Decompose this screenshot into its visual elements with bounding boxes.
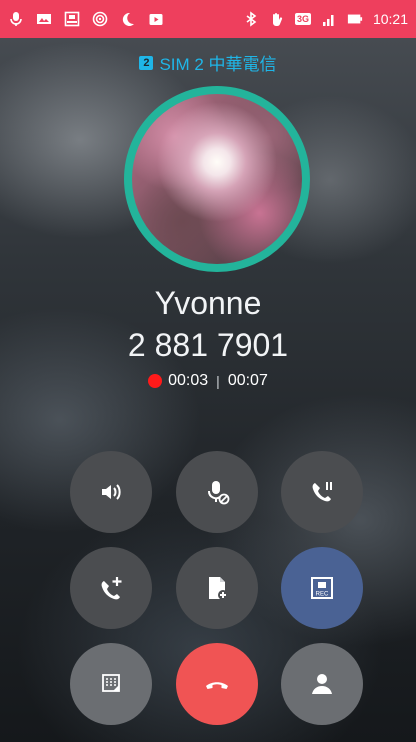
image-icon [36,11,52,27]
recording-time: 00:03 [168,372,209,389]
add-call-button[interactable] [70,547,152,629]
play-store-icon [148,11,164,27]
speaker-icon [102,484,121,500]
hand-icon [269,11,285,27]
signal-icon [321,11,337,27]
timer-separator: | [216,373,220,389]
sim-number-badge: 2 [139,55,154,70]
add-note-icon [209,577,228,600]
record-icon: REC [311,577,333,599]
network-type-badge: 3G [294,13,311,25]
rec-icon [64,11,80,27]
call-timer: 00:03 | 00:07 [0,372,416,390]
status-bar: 3G 10:21 [0,0,416,38]
recording-dot-icon [148,374,163,388]
dialpad-icon [102,674,120,692]
end-call-icon [206,682,228,689]
call-hold-icon [312,482,332,502]
mic-mute-icon [208,481,230,505]
sim-label: 2 SIM 2 中華電信 [0,50,416,75]
caller-name: Yvonne [154,285,262,321]
wireless-icon [92,11,108,27]
svg-text:REC: REC [316,592,329,598]
mic-icon [8,11,24,27]
status-time: 10:21 [372,11,408,27]
bluetooth-icon [243,11,259,27]
end-call-button[interactable] [176,643,258,725]
caller-number: 2 881 7901 [127,327,289,363]
caller-photo [132,94,302,264]
note-button[interactable] [176,547,258,629]
contact-button[interactable] [281,643,363,725]
sim-carrier-text: SIM 2 中華電信 [159,55,277,74]
caller-avatar [124,86,310,272]
call-duration: 00:07 [227,372,268,389]
moon-icon [120,11,136,27]
hold-button[interactable] [281,451,363,533]
dialpad-button[interactable] [70,643,152,725]
person-icon [312,674,332,694]
record-button[interactable]: REC [281,547,363,629]
mute-button[interactable] [176,451,258,533]
battery-icon [347,11,363,27]
add-call-icon [101,577,122,600]
speaker-button[interactable] [70,451,152,533]
